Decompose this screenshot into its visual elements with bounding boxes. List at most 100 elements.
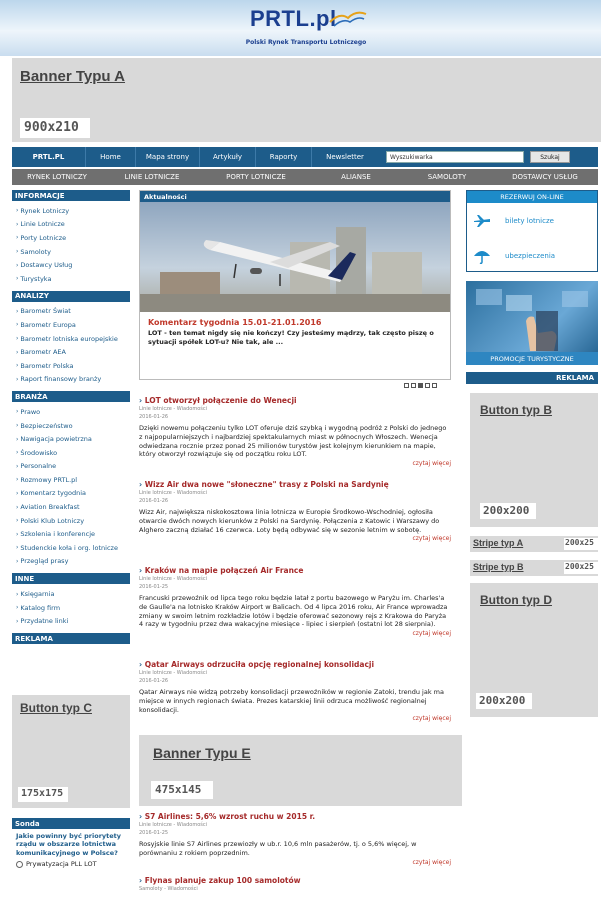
sidebar-item[interactable]: › Samoloty — [12, 245, 130, 259]
sidebar-item[interactable]: › Polski Klub Lotniczy — [12, 514, 130, 528]
featured-image[interactable] — [140, 202, 450, 312]
article-title[interactable]: › Kraków na mapie połączeń Air France — [139, 566, 451, 575]
stripe-a-size: 200x25 — [564, 538, 598, 550]
chevron-right-icon: › — [16, 220, 19, 228]
slider-dot[interactable] — [425, 383, 430, 388]
featured-news[interactable]: Aktualności Komentarz tygodnia 15.01-21.… — [139, 190, 451, 380]
article-title[interactable]: › LOT otworzył połączenie do Wenecji — [139, 396, 451, 405]
poll-option-label: Prywatyzacja PLL LOT — [26, 860, 97, 869]
sidebar-item[interactable]: › Przydatne linki — [12, 614, 130, 628]
bird-icon — [329, 11, 367, 27]
sidebar-item[interactable]: › Porty Lotnicze — [12, 231, 130, 245]
airplane-icon — [474, 214, 490, 227]
slider-dot[interactable] — [418, 383, 423, 388]
button-type-b[interactable]: Button typ B 200x200 — [470, 393, 598, 527]
sidebar-item[interactable]: › Komentarz tygodnia — [12, 487, 130, 501]
sidebar-item-label: Szkolenia i konferencje — [20, 530, 96, 539]
sidebar-item-label: Środowisko — [20, 448, 58, 457]
slider-dot[interactable] — [404, 383, 409, 388]
sidebar-item[interactable]: › Przegląd prasy — [12, 555, 130, 569]
chevron-right-icon: › — [16, 348, 19, 356]
nav2-porty[interactable]: PORTY LOTNICZE — [202, 169, 310, 185]
insurance-link[interactable]: ubezpieczenia — [467, 238, 597, 273]
nav2-samoloty[interactable]: SAMOLOTY — [402, 169, 492, 185]
sidebar-item[interactable]: › Prawo — [12, 405, 130, 419]
umbrella-icon — [474, 250, 490, 264]
nav-newsletter[interactable]: Newsletter — [312, 147, 378, 167]
read-more-link[interactable]: czytaj więcej — [139, 460, 451, 467]
nav2-linie[interactable]: LINIE LOTNICZE — [102, 169, 202, 185]
sidebar-item[interactable]: › Barometr lotniska europejskie — [12, 332, 130, 346]
sidebar-item[interactable]: › Barometr AEA — [12, 345, 130, 359]
slider-dot[interactable] — [432, 383, 437, 388]
sidebar-item[interactable]: › Barometr Europa — [12, 318, 130, 332]
stripe-type-a[interactable]: Stripe typ A 200x25 — [470, 536, 598, 552]
article-item: › S7 Airlines: 5,6% wzrost ruchu w 2015 … — [139, 812, 451, 866]
read-more-link[interactable]: czytaj więcej — [139, 535, 451, 542]
sidebar-item[interactable]: › Turystyka — [12, 272, 130, 286]
sidebar-item[interactable]: › Rozmowy PRTL.pl — [12, 473, 130, 487]
article-title[interactable]: › Qatar Airways odrzuciła opcję regional… — [139, 660, 451, 669]
read-more-link[interactable]: czytaj więcej — [139, 859, 451, 866]
sidebar-item[interactable]: › Barometr Polska — [12, 359, 130, 373]
read-more-link[interactable]: czytaj więcej — [139, 715, 451, 722]
article-title[interactable]: › S7 Airlines: 5,6% wzrost ruchu w 2015 … — [139, 812, 451, 821]
article-title[interactable]: › Wizz Air dwa nowe "słoneczne" trasy z … — [139, 480, 451, 489]
nav-sitemap[interactable]: Mapa strony — [136, 147, 200, 167]
sidebar-item[interactable]: › Rynek Lotniczy — [12, 204, 130, 218]
section-reklama-right: REKLAMA — [466, 372, 598, 384]
article-item: › Qatar Airways odrzuciła opcję regional… — [139, 660, 451, 722]
nav-articles[interactable]: Artykuły — [200, 147, 256, 167]
nav2-rynek[interactable]: RYNEK LOTNICZY — [12, 169, 102, 185]
button-type-c[interactable]: Button typ C 175x175 — [12, 695, 130, 808]
nav-home[interactable]: Home — [86, 147, 136, 167]
article-body: Rosyjskie linie S7 Airlines przewiozły w… — [139, 840, 417, 857]
article-body: Qatar Airways nie widzą potrzeby konsoli… — [139, 688, 444, 714]
nav-prtl[interactable]: PRTL.PL — [12, 147, 86, 167]
sidebar-item[interactable]: › Środowisko — [12, 446, 130, 460]
sidebar-item-label: Barometr AEA — [20, 348, 66, 357]
read-more-link[interactable]: czytaj więcej — [139, 630, 451, 637]
sidebar-item[interactable]: › Raport finansowy branży — [12, 373, 130, 387]
sidebar-item[interactable]: › Nawigacja powietrzna — [12, 432, 130, 446]
tourism-promo[interactable]: PROMOCJE TURYSTYCZNE — [466, 281, 598, 365]
search-input[interactable]: Wyszukiwarka — [386, 151, 524, 163]
article-category: Linie lotnicze - Wiadomości — [139, 406, 207, 412]
sidebar-item[interactable]: › Szkolenia i konferencje — [12, 527, 130, 541]
article-title[interactable]: › Flynas planuje zakup 100 samolotów — [139, 876, 451, 885]
chevron-right-icon: › — [16, 503, 19, 511]
flight-tickets-link[interactable]: bilety lotnicze — [467, 203, 597, 238]
button-type-d[interactable]: Button typ D 200x200 — [470, 583, 598, 717]
poll-box: Sonda Jakie powinny być priorytety rządu… — [12, 818, 130, 868]
nav2-dostawcy[interactable]: DOSTAWCY USŁUG — [492, 169, 598, 185]
article-date: 2016-01-25 — [139, 584, 169, 590]
sidebar-item[interactable]: › Dostawcy Usług — [12, 258, 130, 272]
sidebar-item[interactable]: › Bezpieczeństwo — [12, 419, 130, 433]
sidebar-item[interactable]: › Studenckie koła i org. lotnicze — [12, 541, 130, 555]
nav2-alianse[interactable]: ALIANSE — [310, 169, 402, 185]
search-button[interactable]: Szukaj — [530, 151, 570, 163]
sidebar-item-label: Rozmowy PRTL.pl — [20, 475, 78, 484]
sidebar-item[interactable]: › Księgarnia — [12, 587, 130, 601]
sidebar-item[interactable]: › Linie Lotnicze — [12, 218, 130, 232]
radio-icon[interactable] — [16, 860, 23, 868]
banner-e-title: Banner Typu E — [153, 745, 251, 761]
slider-dot[interactable] — [411, 383, 416, 388]
banner-type-a[interactable]: Banner Typu A 900x210 — [12, 58, 601, 142]
sidebar-item[interactable]: › Aviation Breakfast — [12, 500, 130, 514]
sidebar-item[interactable]: › Personalne — [12, 460, 130, 474]
site-logo[interactable]: PRTL.pl Polski Rynek Transportu Lotnicze… — [236, 6, 376, 52]
chevron-right-icon: › — [16, 422, 19, 430]
sidebar-item[interactable]: › Barometr Świat — [12, 305, 130, 319]
nav-reports[interactable]: Raporty — [256, 147, 312, 167]
poll-option[interactable]: Prywatyzacja PLL LOT — [12, 860, 130, 868]
main-nav: PRTL.PL Home Mapa strony Artykuły Raport… — [12, 147, 598, 167]
article-category: Linie lotnicze - Wiadomości — [139, 670, 207, 676]
sidebar-item[interactable]: › Katalog firm — [12, 601, 130, 615]
featured-caption-title[interactable]: Komentarz tygodnia 15.01-21.01.2016 — [148, 318, 444, 327]
stripe-type-b[interactable]: Stripe typ B 200x25 — [470, 560, 598, 576]
sidebar-item-label: Porty Lotnicze — [20, 233, 67, 242]
featured-caption[interactable]: Komentarz tygodnia 15.01-21.01.2016 LOT … — [140, 312, 450, 379]
chevron-right-icon: › — [16, 604, 19, 612]
banner-type-e[interactable]: Banner Typu E 475x145 — [139, 735, 462, 806]
